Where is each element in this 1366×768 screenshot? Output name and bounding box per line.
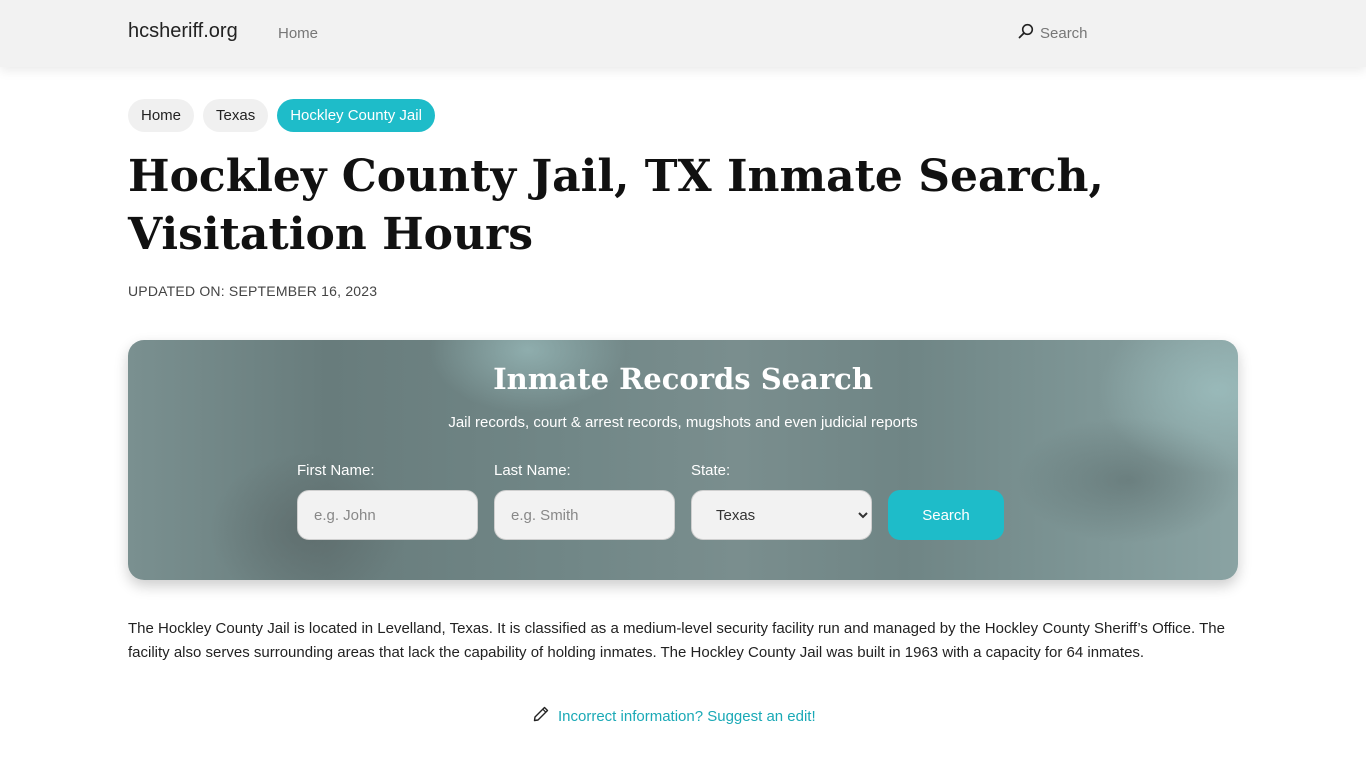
search-icon	[1018, 23, 1034, 43]
state-field: State: Texas	[691, 462, 872, 540]
nav-search-label: Search	[1040, 24, 1088, 42]
search-card-subtitle: Jail records, court & arrest records, mu…	[448, 414, 918, 431]
suggest-edit-label: Incorrect information? Suggest an edit!	[558, 707, 816, 725]
search-card-title: Inmate Records Search	[493, 362, 873, 396]
first-name-input[interactable]	[297, 490, 478, 540]
nav-link-home[interactable]: Home	[278, 25, 318, 42]
breadcrumb-hockley-county-jail[interactable]: Hockley County Jail	[277, 99, 435, 132]
inmate-search-card: Inmate Records Search Jail records, cour…	[128, 340, 1238, 580]
updated-date: UPDATED ON: SEPTEMBER 16, 2023	[128, 283, 378, 299]
navbar: hcsheriff.org Home Search	[0, 0, 1366, 67]
brand-logo-link[interactable]: hcsheriff.org	[128, 20, 238, 43]
suggest-edit-link[interactable]: Incorrect information? Suggest an edit!	[532, 705, 816, 727]
breadcrumb: Home Texas Hockley County Jail	[128, 99, 435, 132]
last-name-field: Last Name:	[494, 462, 675, 540]
last-name-input[interactable]	[494, 490, 675, 540]
search-button[interactable]: Search	[888, 490, 1004, 540]
last-name-label: Last Name:	[494, 462, 571, 479]
state-select[interactable]: Texas	[691, 490, 872, 540]
breadcrumb-texas[interactable]: Texas	[203, 99, 269, 132]
first-name-field: First Name:	[297, 462, 478, 540]
pencil-icon	[532, 705, 550, 727]
page-title: Hockley County Jail, TX Inmate Search, V…	[128, 151, 1104, 260]
facility-description: The Hockley County Jail is located in Le…	[128, 620, 1225, 661]
breadcrumb-home[interactable]: Home	[128, 99, 195, 132]
state-label: State:	[691, 462, 731, 479]
nav-search-button[interactable]: Search	[1018, 23, 1088, 43]
first-name-label: First Name:	[297, 462, 375, 479]
